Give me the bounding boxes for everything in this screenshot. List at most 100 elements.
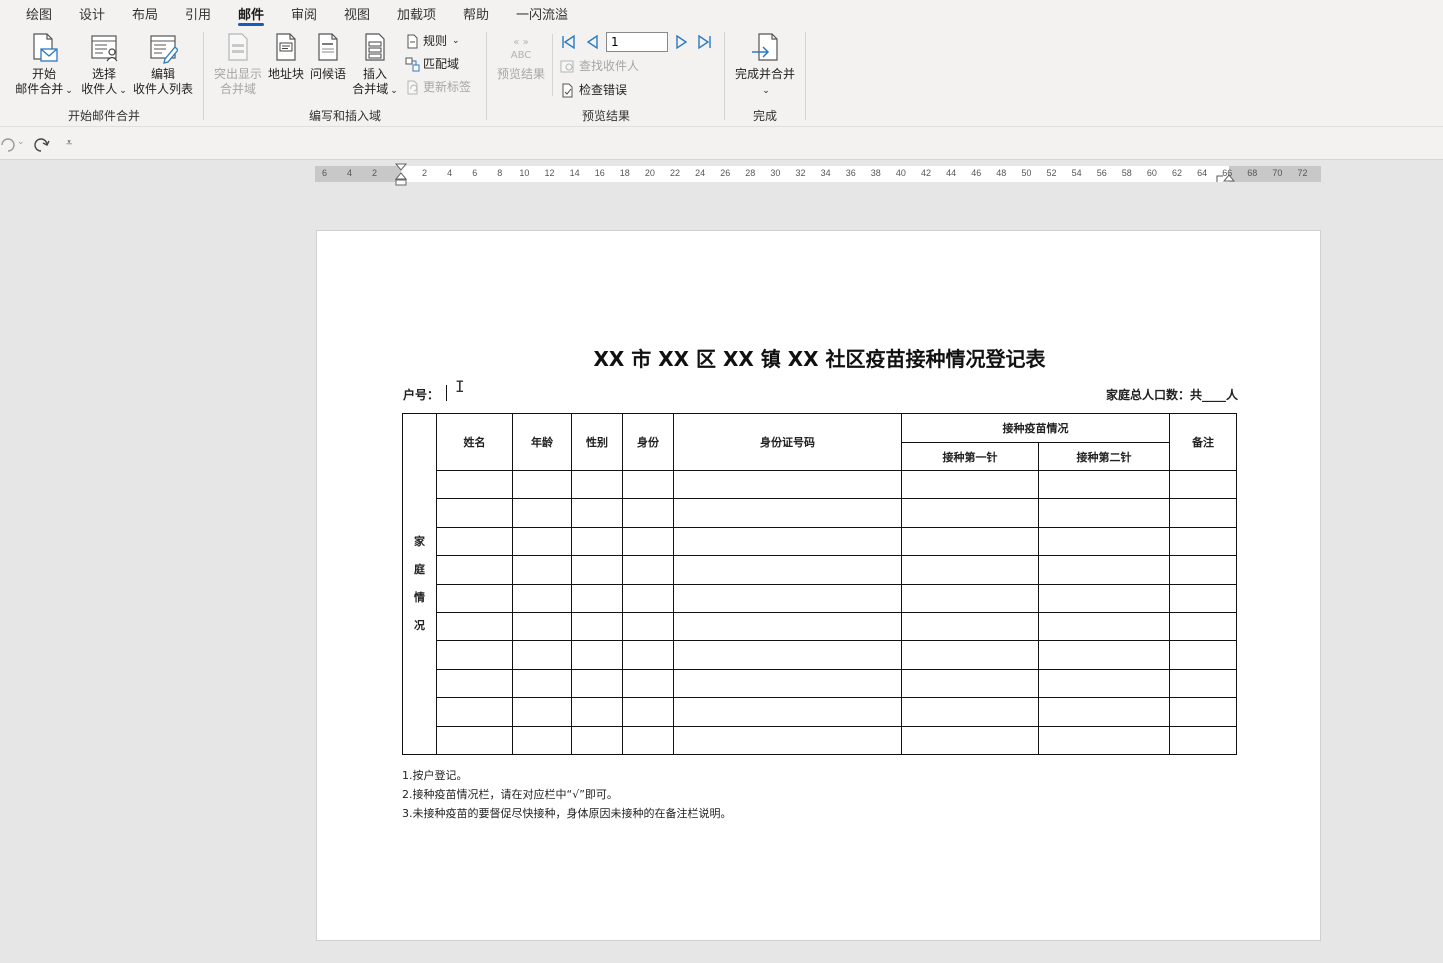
table-cell[interactable]: [673, 469, 902, 500]
table-cell[interactable]: [1169, 469, 1237, 500]
header-gender[interactable]: 性别: [571, 413, 623, 471]
address-block-button[interactable]: 地址块: [266, 32, 306, 82]
table-cell[interactable]: [901, 583, 1039, 613]
table-cell[interactable]: [571, 469, 623, 500]
start-mail-merge-button[interactable]: 开始 邮件合并 ⌄: [14, 32, 74, 99]
table-cell[interactable]: [622, 640, 674, 670]
table-cell[interactable]: [436, 555, 513, 585]
tab-layout[interactable]: 布局: [132, 4, 158, 24]
table-cell[interactable]: [673, 640, 902, 670]
update-labels-button[interactable]: 更新标签: [405, 77, 471, 97]
tab-addins[interactable]: 加载项: [397, 4, 436, 24]
highlight-merge-fields-button[interactable]: 突出显示 合并域: [211, 32, 265, 97]
table-cell[interactable]: [673, 583, 902, 613]
table-cell[interactable]: [436, 498, 513, 528]
table-cell[interactable]: [673, 725, 902, 755]
customize-toolbar-icon[interactable]: ⩡: [66, 136, 72, 150]
table-cell[interactable]: [1038, 555, 1170, 585]
table-cell[interactable]: [622, 611, 674, 642]
table-cell[interactable]: [436, 640, 513, 670]
table-cell[interactable]: [1169, 498, 1237, 528]
table-cell[interactable]: [901, 498, 1039, 528]
tab-design[interactable]: 设计: [79, 4, 105, 24]
table-cell[interactable]: [1038, 725, 1170, 755]
table-cell[interactable]: [512, 469, 572, 500]
table-cell[interactable]: [436, 697, 513, 727]
table-cell[interactable]: [673, 555, 902, 585]
insert-merge-field-button[interactable]: 插入 合并域 ⌄: [350, 32, 400, 99]
greeting-line-button[interactable]: 问候语: [308, 32, 348, 82]
table-cell[interactable]: [571, 697, 623, 727]
tab-yishan[interactable]: 一闪流溢: [516, 4, 568, 24]
table-cell[interactable]: [571, 498, 623, 528]
select-recipients-button[interactable]: 选择 收件人 ⌄: [78, 32, 130, 99]
table-cell[interactable]: [1169, 611, 1237, 642]
header-remarks[interactable]: 备注: [1169, 413, 1237, 471]
tab-help[interactable]: 帮助: [463, 4, 489, 24]
table-cell[interactable]: [622, 469, 674, 500]
header-first-dose[interactable]: 接种第一针: [901, 442, 1039, 471]
tab-review[interactable]: 审阅: [291, 4, 317, 24]
table-cell[interactable]: [512, 640, 572, 670]
first-record-icon[interactable]: [560, 34, 576, 50]
table-cell[interactable]: [622, 668, 674, 699]
table-cell[interactable]: [571, 725, 623, 755]
table-cell[interactable]: [512, 725, 572, 755]
rules-button[interactable]: 规则 ⌄: [405, 31, 460, 51]
table-cell[interactable]: [673, 498, 902, 528]
table-cell[interactable]: [571, 555, 623, 585]
find-recipient-button[interactable]: 查找收件人: [560, 56, 639, 76]
table-cell[interactable]: [1038, 640, 1170, 670]
table-cell[interactable]: [901, 725, 1039, 755]
table-cell[interactable]: [512, 697, 572, 727]
table-cell[interactable]: [436, 526, 513, 557]
next-record-icon[interactable]: [674, 34, 690, 50]
table-cell[interactable]: [673, 668, 902, 699]
table-cell[interactable]: [622, 526, 674, 557]
header-age[interactable]: 年龄: [512, 413, 572, 471]
table-cell[interactable]: [622, 498, 674, 528]
table-cell[interactable]: [1038, 611, 1170, 642]
table-cell[interactable]: [436, 611, 513, 642]
header-id-number[interactable]: 身份证号码: [673, 413, 902, 471]
table-cell[interactable]: [571, 668, 623, 699]
table-cell[interactable]: [1038, 498, 1170, 528]
table-cell[interactable]: [512, 555, 572, 585]
finish-merge-button[interactable]: 完成并合并 ⌄: [732, 32, 798, 99]
preview-results-button[interactable]: « » ABC 预览结果: [494, 32, 548, 82]
table-cell[interactable]: [673, 611, 902, 642]
table-cell[interactable]: [436, 668, 513, 699]
table-cell[interactable]: [1038, 668, 1170, 699]
table-cell[interactable]: [1169, 640, 1237, 670]
table-cell[interactable]: [1169, 697, 1237, 727]
table-cell[interactable]: [622, 725, 674, 755]
table-cell[interactable]: [622, 697, 674, 727]
table-cell[interactable]: [571, 526, 623, 557]
indent-marker-icon[interactable]: [395, 163, 407, 187]
tab-references[interactable]: 引用: [185, 4, 211, 24]
table-cell[interactable]: [571, 583, 623, 613]
table-cell[interactable]: [512, 526, 572, 557]
table-cell[interactable]: [1038, 526, 1170, 557]
table-cell[interactable]: [436, 725, 513, 755]
edit-recipient-list-button[interactable]: 编辑 收件人列表: [132, 32, 194, 97]
table-cell[interactable]: [512, 498, 572, 528]
table-cell[interactable]: [571, 640, 623, 670]
document-page[interactable]: XX 市 XX 区 XX 镇 XX 社区疫苗接种情况登记表 户号： I 家庭总人…: [316, 230, 1321, 941]
header-vaccination[interactable]: 接种疫苗情况: [901, 413, 1170, 443]
redo-icon[interactable]: [33, 136, 51, 154]
table-cell[interactable]: [1169, 668, 1237, 699]
table-cell[interactable]: [901, 555, 1039, 585]
undo-dropdown-icon[interactable]: ⌄: [17, 137, 25, 147]
table-cell[interactable]: [622, 583, 674, 613]
table-cell[interactable]: [673, 526, 902, 557]
table-cell[interactable]: [1169, 555, 1237, 585]
match-fields-button[interactable]: 匹配域: [405, 54, 459, 74]
table-cell[interactable]: [622, 555, 674, 585]
table-cell[interactable]: [901, 697, 1039, 727]
tab-view[interactable]: 视图: [344, 4, 370, 24]
table-cell[interactable]: [901, 640, 1039, 670]
table-cell[interactable]: [512, 583, 572, 613]
header-second-dose[interactable]: 接种第二针: [1038, 442, 1170, 471]
record-number-input[interactable]: [606, 32, 668, 52]
